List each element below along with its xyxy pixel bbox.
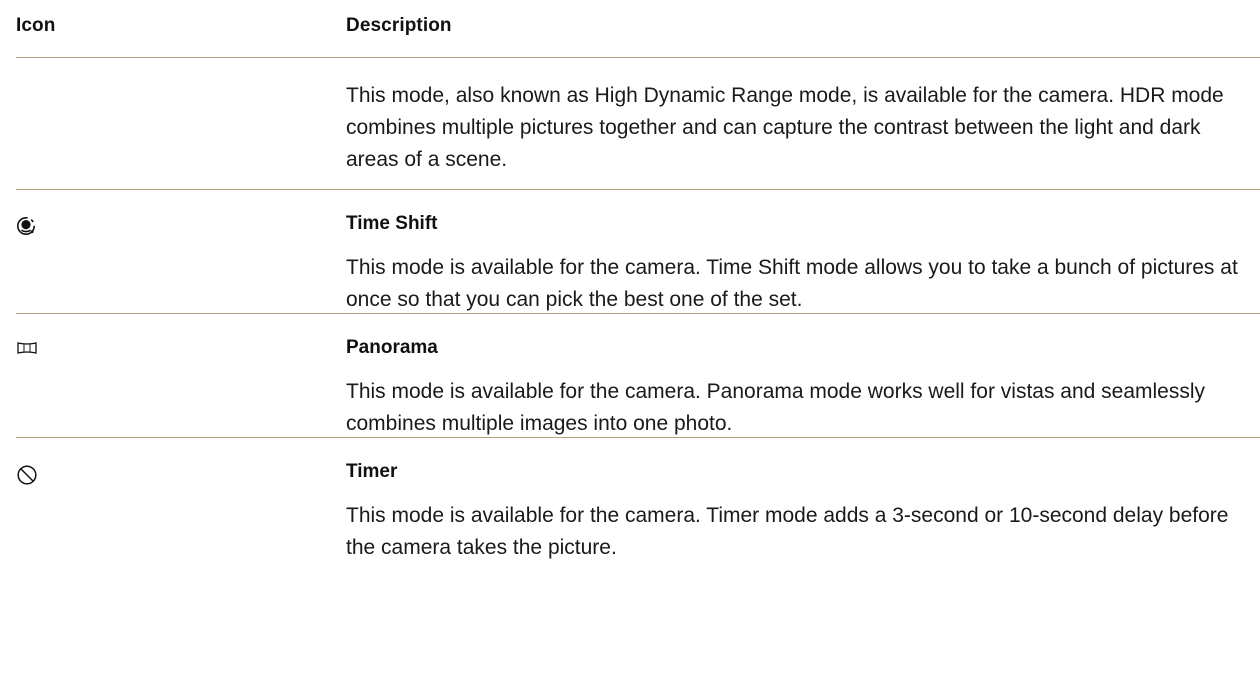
icon-cell [16,438,346,486]
panorama-icon [16,340,346,356]
table-row-time-shift: Time Shift This mode is available for th… [16,190,1260,314]
icon-column-header: Icon [16,15,56,36]
mode-title: Timer [346,461,398,482]
description-column-header: Description [346,15,452,36]
camera-modes-table: Icon Description This mode, also known a… [16,0,1260,559]
table-row-timer: Timer This mode is available for the cam… [16,438,1260,559]
time-shift-icon [16,216,346,236]
table-row-panorama: Panorama This mode is available for the … [16,314,1260,438]
table-header-row: Icon Description [16,0,1260,58]
description-cell: Time Shift This mode is available for th… [346,190,1260,316]
icon-cell [16,314,346,356]
mode-description: This mode is available for the camera. T… [346,256,1238,311]
description-cell: This mode, also known as High Dynamic Ra… [346,58,1260,176]
timer-icon [16,464,346,486]
icon-cell [16,190,346,236]
description-cell: Timer This mode is available for the cam… [346,438,1260,564]
description-cell: Panorama This mode is available for the … [346,314,1260,440]
mode-title: Time Shift [346,213,438,234]
icon-cell [16,58,346,84]
mode-description: This mode is available for the camera. T… [346,504,1229,559]
table-row-hdr: This mode, also known as High Dynamic Ra… [16,58,1260,190]
mode-description: This mode is available for the camera. P… [346,380,1206,435]
mode-description: This mode, also known as High Dynamic Ra… [346,84,1224,171]
mode-title: Panorama [346,337,438,358]
